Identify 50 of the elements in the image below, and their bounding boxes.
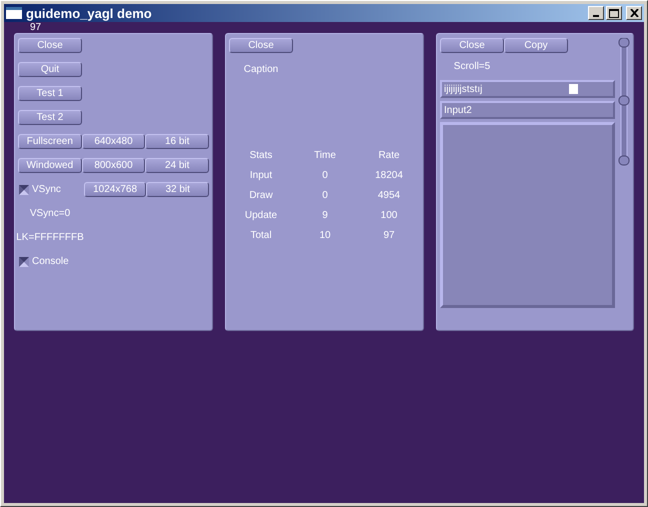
checkbox-label: Console <box>31 256 70 267</box>
maximize-icon <box>609 8 619 18</box>
panel-button[interactable]: Quit <box>18 62 82 77</box>
checkbox[interactable] <box>19 256 29 266</box>
checkbox[interactable] <box>19 184 29 194</box>
table-cell-text: Input <box>248 170 274 181</box>
close-icon <box>630 9 638 17</box>
input-field[interactable]: ijijijijststıj <box>440 80 615 98</box>
panel-button[interactable]: 32 bit <box>146 182 209 197</box>
window-icon <box>6 7 22 19</box>
panel-button[interactable]: Close <box>229 38 293 53</box>
panel-button[interactable]: Copy <box>504 38 568 53</box>
minimize-button[interactable] <box>588 6 604 20</box>
panel-button[interactable]: Close <box>440 38 504 53</box>
fps-counter: 97 <box>30 23 42 33</box>
text-area[interactable] <box>440 122 615 308</box>
table-cell-text: 18204 <box>374 170 404 181</box>
table-cell-text: 97 <box>382 230 396 241</box>
table-cell-text: Total <box>249 230 273 241</box>
column-header: Time <box>313 150 337 161</box>
table-cell-text: 0 <box>321 190 329 201</box>
column-header: Rate <box>377 150 401 161</box>
panel-button[interactable]: 800x600 <box>82 158 146 173</box>
panel-button[interactable]: 24 bit <box>145 158 210 173</box>
panel-button[interactable]: Close <box>18 38 82 53</box>
table-cell-text: Draw <box>248 190 274 201</box>
table-cell-text: 100 <box>380 210 398 221</box>
status-text: LK=FFFFFFFB <box>18 232 82 243</box>
input-field[interactable]: Input2 <box>440 101 615 119</box>
window-title: guidemo_yagl demo <box>26 6 153 20</box>
column-header: Stats <box>248 150 274 161</box>
panel-button[interactable]: Test 2 <box>18 110 82 125</box>
status-text: VSync=0 <box>28 208 72 219</box>
scrollbar[interactable] <box>618 38 630 166</box>
panel-button[interactable]: 16 bit <box>145 134 210 149</box>
panel-button[interactable]: Windowed <box>18 158 82 173</box>
panel-button[interactable]: 1024x768 <box>84 182 146 197</box>
panel-button[interactable]: Test 1 <box>18 86 82 101</box>
table-cell-text: 0 <box>321 170 329 181</box>
panel-button[interactable]: 640x480 <box>82 134 146 149</box>
maximize-button[interactable] <box>606 6 622 20</box>
caption-text: Caption <box>242 64 280 75</box>
table-cell-text: 4954 <box>376 190 402 201</box>
table-cell-text: 9 <box>321 210 329 221</box>
checkbox-label: VSync <box>31 184 62 195</box>
table-cell-text: Update <box>244 210 278 221</box>
panel-button[interactable]: Fullscreen <box>18 134 82 149</box>
table-cell-text: 10 <box>318 230 332 241</box>
scroll-text: Scroll=5 <box>452 61 492 72</box>
close-button[interactable] <box>626 6 642 20</box>
